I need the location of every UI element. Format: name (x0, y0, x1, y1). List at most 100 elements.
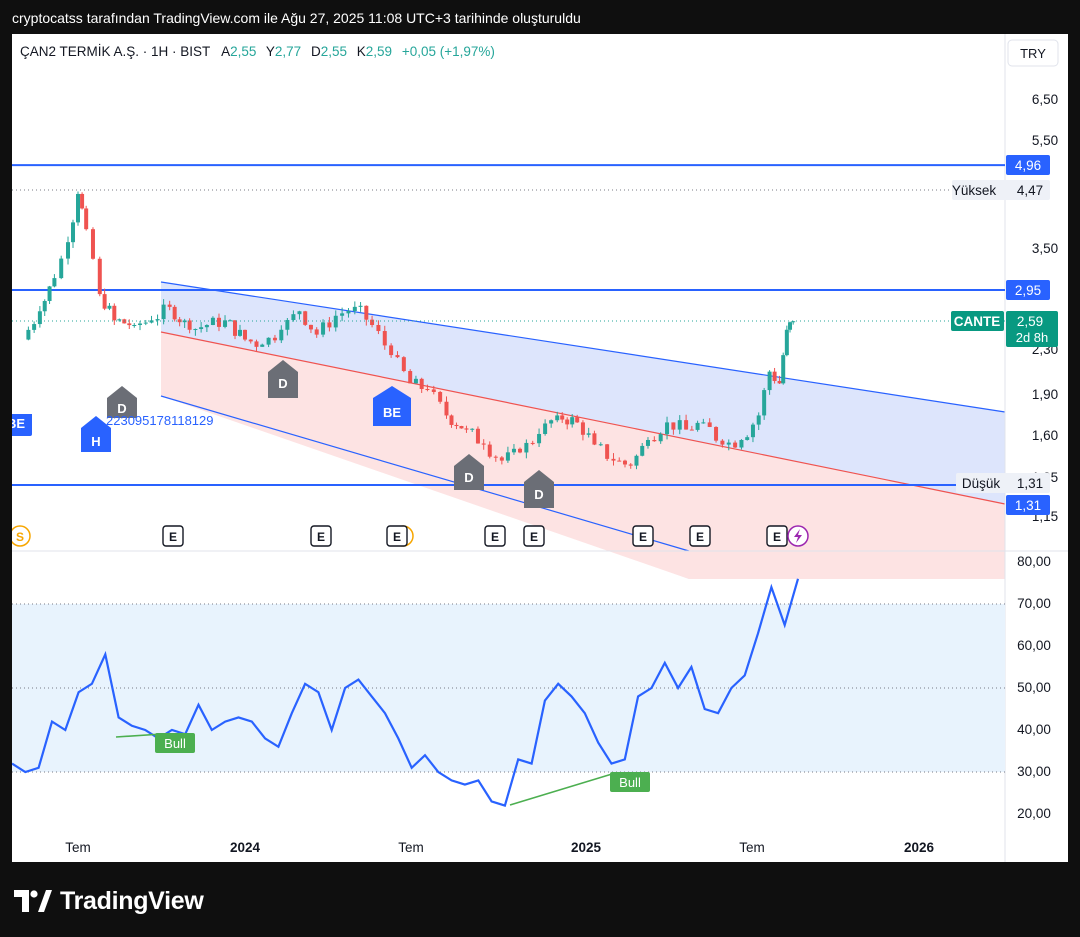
bull-label-1[interactable]: Bull (155, 733, 195, 753)
symbol-info[interactable]: ÇAN2 TERMİK A.Ş. · 1H · BIST A2,55 Y2,77… (20, 44, 495, 59)
candle (172, 304, 177, 322)
chart-frame[interactable]: Bull Bull ÇAN2 TERMİK A.Ş. · 1H · BIST A… (12, 34, 1068, 862)
annotation-number: 223095178118129 (106, 413, 214, 428)
svg-text:Bull: Bull (619, 775, 641, 790)
event-marker-e[interactable]: E (162, 525, 184, 547)
candle (358, 302, 363, 312)
candle (32, 321, 37, 333)
svg-text:1,31: 1,31 (1017, 476, 1043, 491)
high-marker: Yüksek 4,47 (952, 180, 1050, 200)
svg-text:Bull: Bull (164, 736, 186, 751)
candle (47, 285, 52, 304)
event-marker-e[interactable]: E (484, 525, 506, 547)
svg-text:E: E (639, 530, 647, 544)
candle (784, 325, 789, 357)
event-marker-e[interactable]: E (310, 525, 332, 547)
event-marker-e[interactable]: E (689, 525, 711, 547)
candle (475, 426, 480, 444)
svg-text:2,95: 2,95 (1015, 283, 1041, 298)
candle (408, 369, 413, 384)
event-marker-e[interactable]: E (632, 525, 654, 547)
candle (52, 274, 57, 288)
low-marker: Düşük 1,31 (956, 473, 1050, 493)
chart-canvas[interactable]: Bull Bull ÇAN2 TERMİK A.Ş. · 1H · BIST A… (12, 34, 1068, 862)
candle (303, 310, 308, 327)
price-tick: 1,90 (1032, 387, 1058, 402)
price-tick: 5,50 (1032, 133, 1058, 148)
rsi-tick: 30,00 (1017, 764, 1051, 779)
candle (37, 306, 42, 328)
svg-text:BE: BE (383, 405, 401, 420)
rsi-axis[interactable]: 80,00 70,00 60,00 50,00 40,00 30,00 20,0… (1017, 554, 1051, 821)
svg-text:TRY: TRY (1020, 46, 1046, 61)
svg-text:CANTE: CANTE (954, 314, 1001, 329)
time-axis[interactable]: Tem 2024 Tem 2025 Tem 2026 (65, 840, 934, 855)
snapshot-caption: cryptocatss tarafından TradingView.com i… (12, 10, 581, 26)
candle (80, 192, 85, 210)
svg-text:1,31: 1,31 (1015, 498, 1041, 513)
event-marker-s[interactable]: S (12, 525, 31, 547)
event-marker-e[interactable]: E (386, 525, 414, 547)
event-marker-e[interactable]: E (766, 525, 788, 547)
svg-text:D: D (464, 470, 473, 485)
hline-label-2-95[interactable]: 2,95 (1006, 280, 1050, 300)
svg-text:4,96: 4,96 (1015, 158, 1041, 173)
event-marker-e[interactable]: E (523, 525, 545, 547)
time-tick: Tem (65, 840, 91, 855)
tradingview-brand[interactable]: TradingView (14, 884, 204, 918)
price-tick: 1,60 (1032, 428, 1058, 443)
svg-text:2d 8h: 2d 8h (1016, 330, 1049, 345)
candle (459, 425, 464, 429)
price-tick: 6,50 (1032, 92, 1058, 107)
time-tick: Tem (398, 840, 424, 855)
svg-text:Düşük: Düşük (962, 476, 1001, 491)
svg-text:E: E (773, 530, 781, 544)
svg-text:4,47: 4,47 (1017, 183, 1043, 198)
candle (66, 236, 71, 265)
currency-button[interactable]: TRY (1007, 39, 1059, 67)
lightning-event-icon[interactable] (787, 525, 809, 547)
rsi-tick: 70,00 (1017, 596, 1051, 611)
rsi-tick: 20,00 (1017, 806, 1051, 821)
time-tick: 2025 (571, 840, 602, 855)
rsi-tick: 80,00 (1017, 554, 1051, 569)
svg-text:Yüksek: Yüksek (952, 183, 997, 198)
hline-label-1-31[interactable]: 1,31 (1006, 495, 1050, 515)
candle (781, 352, 786, 385)
candle (605, 443, 610, 461)
svg-text:E: E (530, 530, 538, 544)
svg-text:E: E (317, 530, 325, 544)
marker-be-left[interactable]: BE (12, 414, 32, 436)
rsi-tick: 50,00 (1017, 680, 1051, 695)
tradingview-logo-icon (14, 890, 52, 912)
candle (127, 319, 132, 330)
candle (155, 314, 160, 326)
svg-text:BE: BE (12, 416, 25, 431)
svg-text:E: E (393, 530, 401, 544)
svg-text:H: H (91, 434, 100, 449)
hline-label-4-96[interactable]: 4,96 (1006, 155, 1050, 175)
candle (401, 356, 406, 373)
svg-text:2,59: 2,59 (1017, 314, 1043, 329)
candle (107, 302, 112, 311)
svg-text:S: S (16, 530, 24, 544)
candle (132, 323, 137, 328)
svg-text:E: E (169, 530, 177, 544)
candle (102, 288, 107, 311)
candle (26, 326, 31, 341)
rsi-tick: 40,00 (1017, 722, 1051, 737)
candle (138, 320, 143, 331)
candle (112, 303, 117, 325)
candle (762, 387, 767, 420)
time-tick: 2026 (904, 840, 935, 855)
bull-divergence-line-2 (509, 773, 613, 806)
candle (90, 227, 95, 260)
candle (243, 329, 247, 342)
candle (97, 256, 102, 297)
svg-text:E: E (491, 530, 499, 544)
candle (42, 299, 47, 317)
bull-label-2[interactable]: Bull (610, 772, 650, 792)
candle (149, 315, 154, 324)
candle (84, 205, 89, 231)
svg-text:E: E (696, 530, 704, 544)
